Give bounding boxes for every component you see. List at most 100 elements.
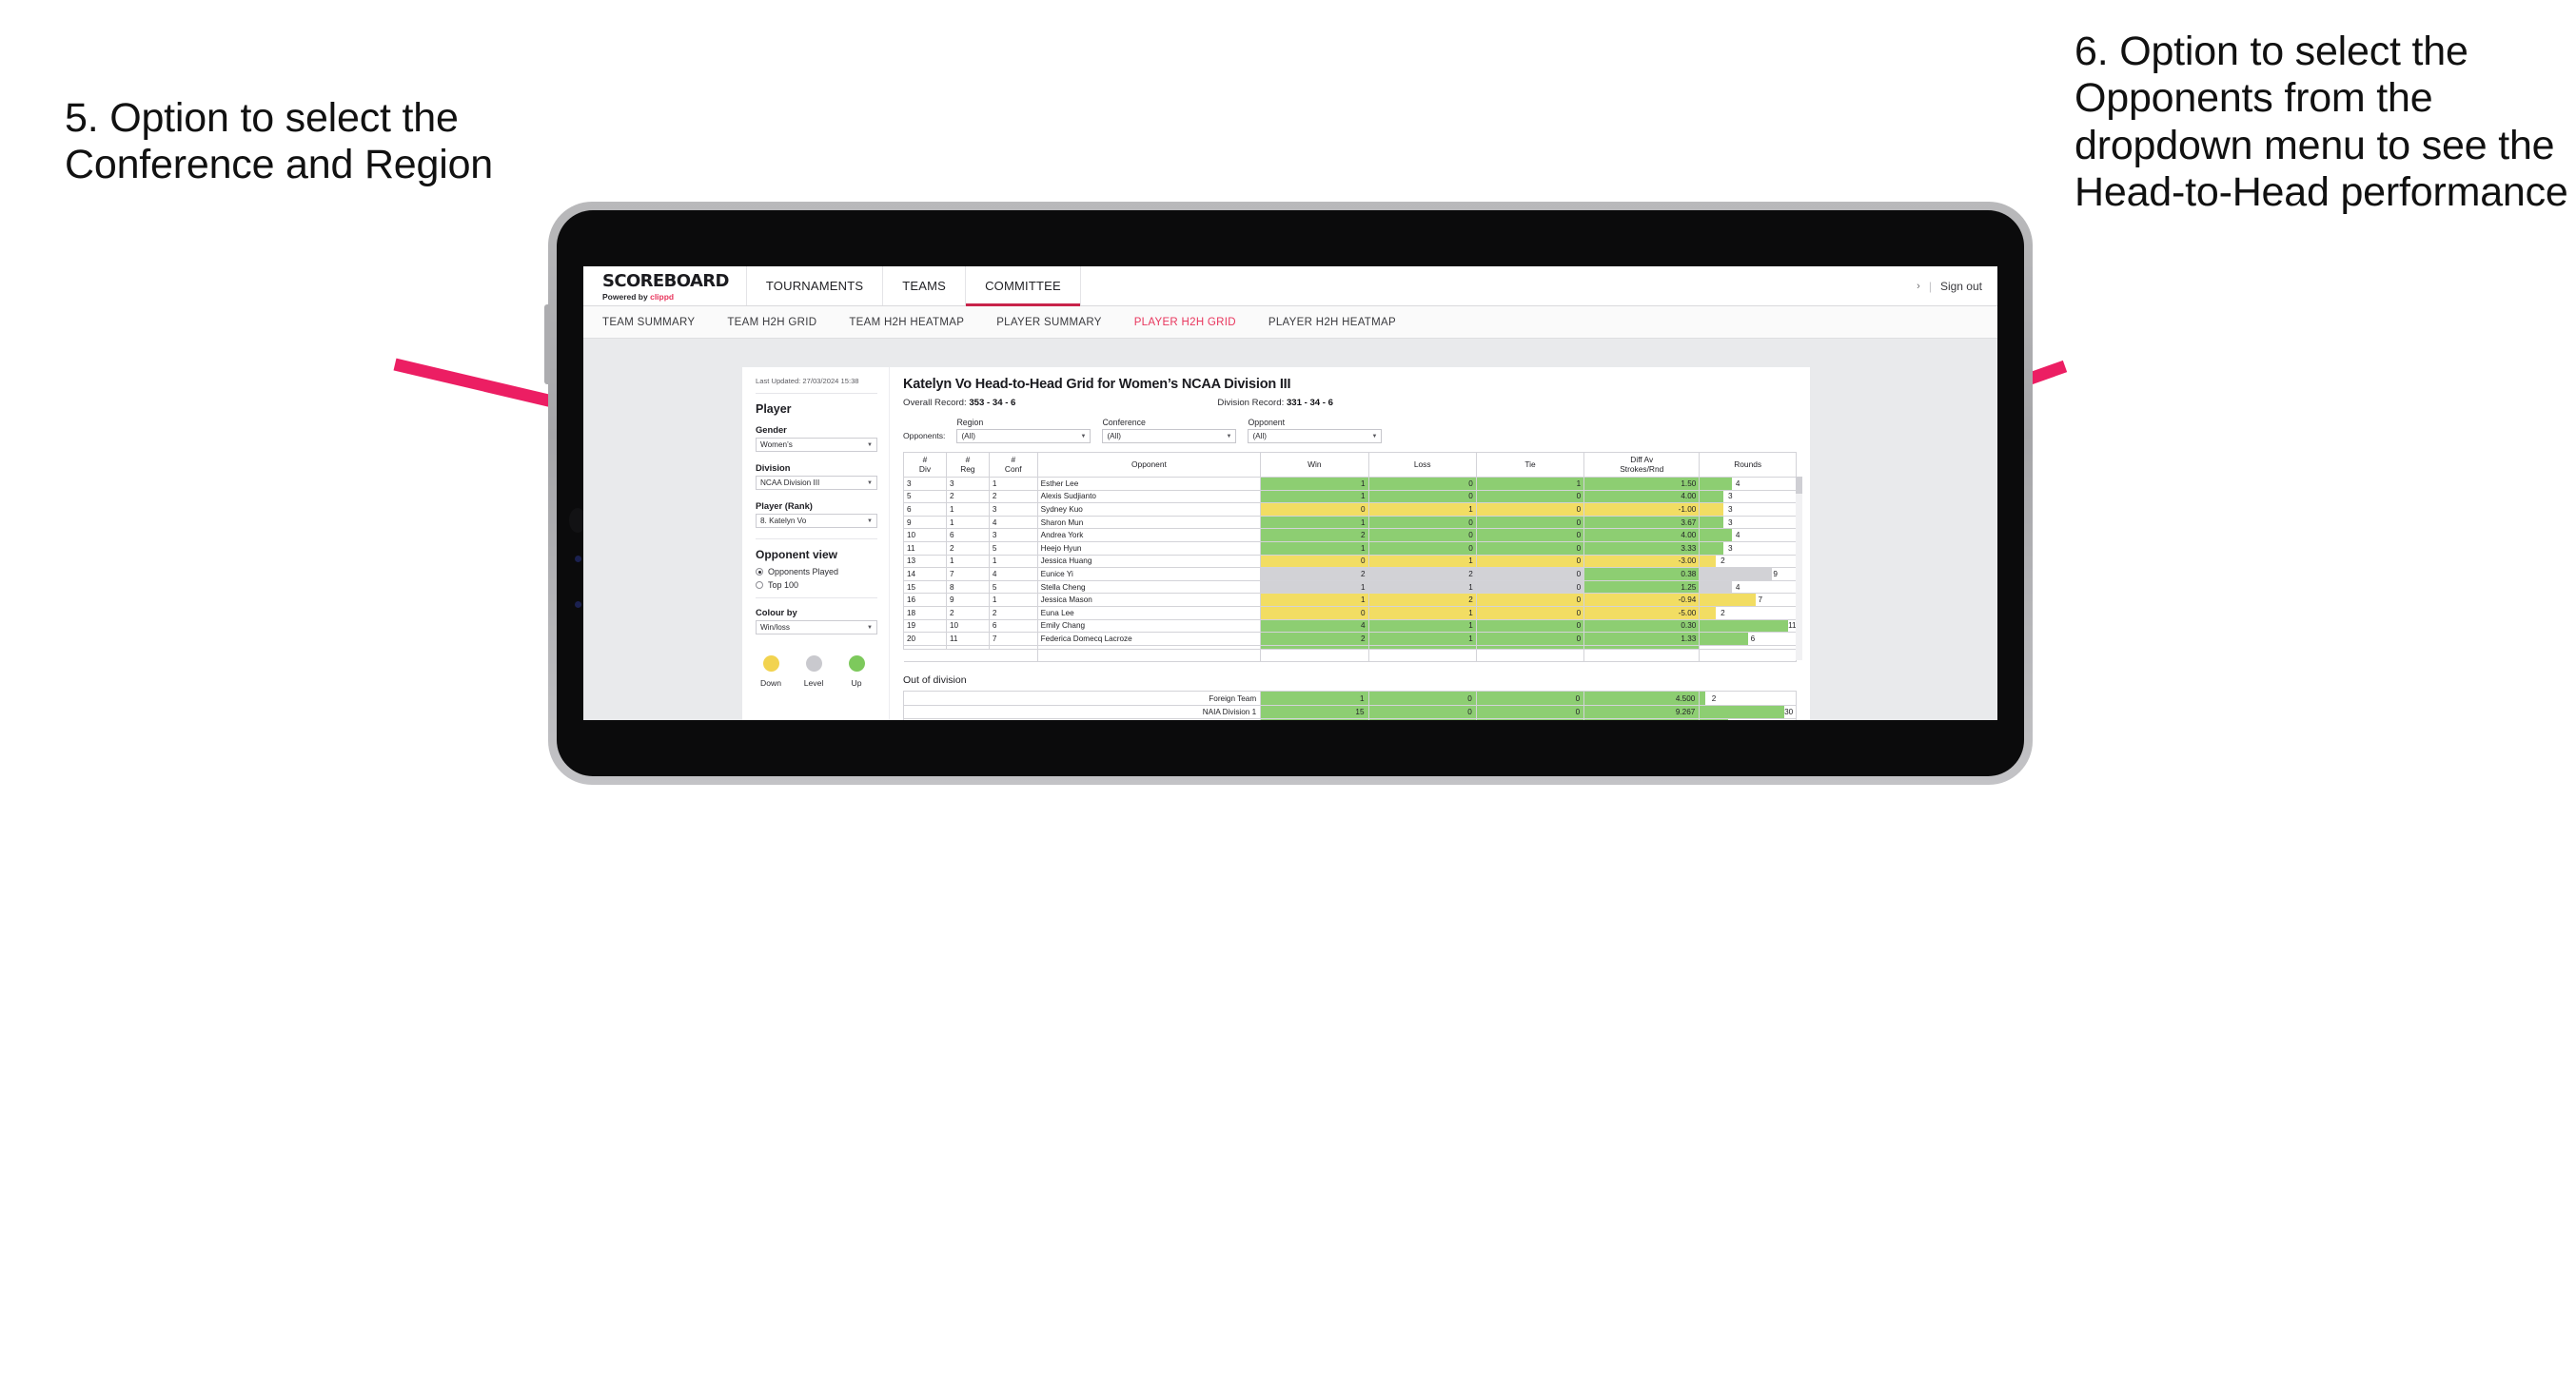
conference-value: (All) <box>1107 432 1121 440</box>
cell-rounds: 2 <box>1699 691 1797 706</box>
rounds-bar <box>1700 580 1732 594</box>
nav-label: TEAMS <box>902 279 947 293</box>
cell-div: 5 <box>903 489 947 504</box>
sign-out-button[interactable]: Sign out <box>1940 280 1982 293</box>
player-section-heading: Player <box>756 402 792 417</box>
cell-win: 1 <box>1260 515 1369 530</box>
out-of-division-row[interactable]: Foreign Team 1 0 0 4.500 2 <box>902 691 1797 706</box>
table-row[interactable]: 9 1 4 Sharon Mun 1 0 0 3.67 3 <box>903 515 1797 530</box>
out-of-division-row[interactable]: NAIA Division 1 15 0 0 9.267 30 <box>902 704 1797 720</box>
cell-rounds: 2 <box>1699 605 1797 620</box>
table-row[interactable]: 13 1 1 Jessica Huang 0 1 0 -3.00 2 <box>903 554 1797 569</box>
cell-tie: 0 <box>1475 554 1585 569</box>
table-row[interactable]: 18 2 2 Euna Lee 0 1 0 -5.00 2 <box>903 605 1797 620</box>
annotation-right: 6. Option to select the Opponents from t… <box>2075 29 2568 216</box>
division-select[interactable]: NCAA Division III ▼ <box>756 476 877 491</box>
colour-legend: Down Level Up <box>756 655 877 688</box>
column-header: # Div <box>903 452 947 478</box>
cell-reg: 1 <box>945 502 990 517</box>
conference-label: Conference <box>1102 418 1146 427</box>
nav-right-group: › | Sign out <box>1917 266 1997 305</box>
column-header: Opponent <box>1036 452 1262 478</box>
sub-nav-player-h2h-heatmap[interactable]: PLAYER H2H HEATMAP <box>1268 317 1396 328</box>
rounds-bar <box>1700 529 1732 541</box>
sub-nav-team-h2h-heatmap[interactable]: TEAM H2H HEATMAP <box>849 317 964 328</box>
nav-item-teams[interactable]: TEAMS <box>883 266 967 305</box>
out-of-division-row[interactable]: NCAA Division 25007.40010 <box>902 718 1797 720</box>
chevron-right-icon[interactable]: › <box>1917 281 1920 292</box>
sub-nav-player-h2h-grid[interactable]: PLAYER H2H GRID <box>1134 317 1236 328</box>
cell-opponent: Emily Chang <box>1036 618 1262 634</box>
cell-ood-name: NAIA Division 1 <box>902 704 1262 720</box>
sub-nav-team-summary[interactable]: TEAM SUMMARY <box>602 317 695 328</box>
radio-top-100[interactable]: Top 100 <box>756 580 877 590</box>
chevron-down-icon: ▼ <box>867 441 873 448</box>
gender-value: Women’s <box>760 440 793 450</box>
table-row[interactable]: 11 2 5 Heejo Hyun 1 0 0 3.33 3 <box>903 540 1797 556</box>
cell-div: 20 <box>903 632 947 646</box>
cell-win: 1 <box>1260 540 1369 556</box>
cell-rounds: 3 <box>1699 540 1797 556</box>
table-row[interactable]: 20 11 7 Federica Domecq Lacroze 2 1 0 1.33 6 <box>903 632 1797 646</box>
cell-diff: -5.00 <box>1583 605 1701 620</box>
sub-nav-team-h2h-grid[interactable]: TEAM H2H GRID <box>727 317 816 328</box>
grid-scrollbar-thumb[interactable] <box>1796 477 1802 494</box>
cell-rounds: 6 <box>1699 632 1797 646</box>
table-empty-filler <box>903 648 1797 663</box>
cell-win: 1 <box>1260 477 1369 491</box>
table-row[interactable]: 15 8 5 Stella Cheng 1 1 0 1.25 4 <box>903 579 1797 595</box>
brand-logo[interactable]: SCOREBOARD Powered by clippd <box>583 266 747 305</box>
radio-opponents-played[interactable]: Opponents Played <box>756 567 877 576</box>
main-panel: Katelyn Vo Head-to-Head Grid for Women’s… <box>890 367 1810 720</box>
cell-loss: 1 <box>1367 502 1477 517</box>
rounds-value: 4 <box>1735 582 1740 592</box>
annotation-left: 5. Option to select the Conference and R… <box>65 95 494 188</box>
tablet-side-button[interactable] <box>544 304 550 384</box>
nav-item-tournaments[interactable]: TOURNAMENTS <box>747 266 884 305</box>
table-row[interactable]: 14 7 4 Eunice Yi 2 2 0 0.38 9 <box>903 567 1797 581</box>
cell-empty <box>1583 648 1701 663</box>
cell-tie: 0 <box>1475 528 1585 542</box>
cell-opponent: Federica Domecq Lacroze <box>1036 632 1262 646</box>
division-record-label: Division Record: <box>1217 398 1285 408</box>
region-select[interactable]: (All) ▼ <box>956 429 1091 443</box>
table-row[interactable]: 16 9 1 Jessica Mason 1 2 0 -0.94 7 <box>903 593 1797 607</box>
rounds-value: 2 <box>1711 693 1717 703</box>
legend-item-up: Up <box>844 655 869 688</box>
table-row[interactable]: 19 10 6 Emily Chang 4 1 0 0.30 11 <box>903 618 1797 634</box>
rounds-bar <box>1700 633 1748 645</box>
cell-loss: 2 <box>1367 593 1477 607</box>
cell-win: 15 <box>1260 704 1369 720</box>
nav-item-committee[interactable]: COMMITTEE <box>966 266 1081 306</box>
column-header: Loss <box>1367 452 1477 478</box>
table-row[interactable]: 3 3 1 Esther Lee 1 0 1 1.50 4 <box>903 477 1797 491</box>
table-row[interactable]: 5 2 2 Alexis Sudjianto 1 0 0 4.00 3 <box>903 489 1797 504</box>
table-row[interactable]: 10 6 3 Andrea York 2 0 0 4.00 4 <box>903 528 1797 542</box>
opponent-filter: Opponent (All) ▼ <box>1248 418 1383 443</box>
player-rank-select[interactable]: 8. Katelyn Vo ▼ <box>756 514 877 529</box>
cell-win: 1 <box>1260 489 1369 504</box>
sub-nav-player-summary[interactable]: PLAYER SUMMARY <box>996 317 1102 328</box>
column-header: # Conf <box>988 452 1038 478</box>
cell-tie: 0 <box>1475 632 1585 646</box>
gender-select[interactable]: Women’s ▼ <box>756 438 877 453</box>
table-row[interactable]: 6 1 3 Sydney Kuo 0 1 0 -1.00 3 <box>903 502 1797 517</box>
app-top-nav: SCOREBOARD Powered by clippd TOURNAMENTS… <box>583 266 1997 306</box>
opponent-select[interactable]: (All) ▼ <box>1248 429 1383 443</box>
colour-by-select[interactable]: Win/loss ▼ <box>756 620 877 635</box>
cell-loss: 0 <box>1367 477 1477 491</box>
nav-label: TOURNAMENTS <box>765 279 864 293</box>
conference-select[interactable]: (All) ▼ <box>1102 429 1237 443</box>
tablet-sensor-dot-2 <box>575 601 581 608</box>
division-record-value: 331 - 34 - 6 <box>1286 398 1334 408</box>
grid-scrollbar[interactable] <box>1796 477 1802 661</box>
gender-label: Gender <box>756 424 787 436</box>
cell-conf: 1 <box>988 554 1038 569</box>
region-label: Region <box>956 418 984 427</box>
cell-win: 2 <box>1260 567 1369 581</box>
cell-opponent: Sydney Kuo <box>1036 502 1262 517</box>
cell-reg: 2 <box>945 540 990 556</box>
cell-conf: 5 <box>988 579 1038 595</box>
rounds-value: 9 <box>1773 569 1778 578</box>
cell-conf: 2 <box>988 605 1038 620</box>
